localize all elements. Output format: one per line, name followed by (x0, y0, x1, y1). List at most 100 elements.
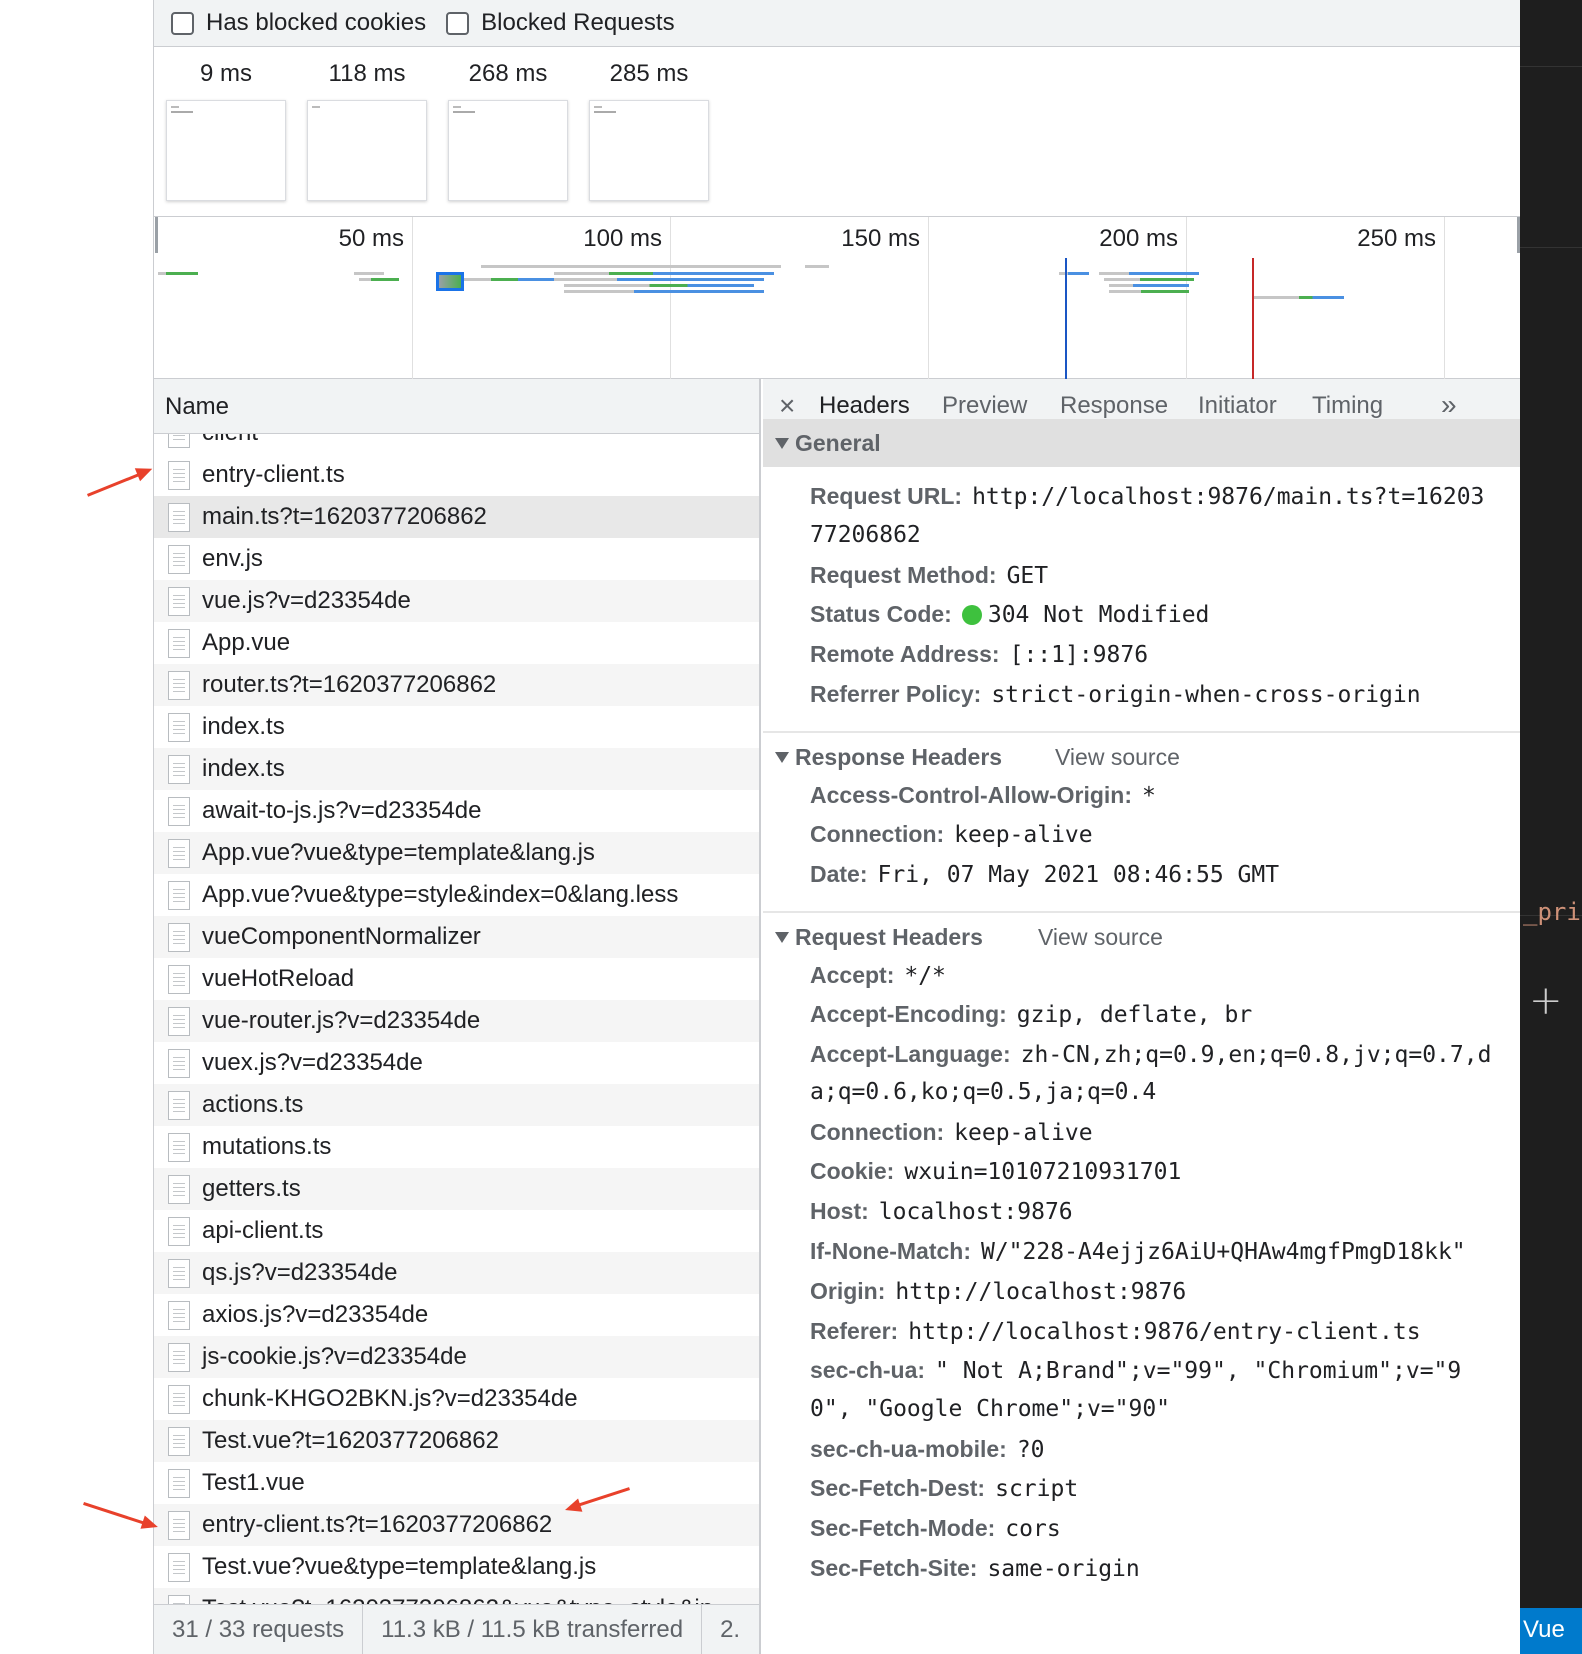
request-name: client (202, 434, 258, 447)
table-row[interactable]: entry-client.ts?t=1620377206862 (154, 1504, 759, 1546)
table-row[interactable]: App.vue (154, 622, 759, 664)
screenshot-thumbnail[interactable] (307, 100, 427, 201)
header-key: Connection: (810, 1119, 945, 1145)
table-row[interactable]: qs.js?v=d23354de (154, 1252, 759, 1294)
table-row[interactable]: App.vue?vue&type=style&index=0&lang.less (154, 874, 759, 916)
table-row[interactable]: index.ts (154, 706, 759, 748)
file-icon (168, 434, 190, 448)
table-row[interactable]: env.js (154, 538, 759, 580)
request-list[interactable]: client entry-client.ts main.ts?t=1620377… (154, 434, 759, 1604)
request-name: Test1.vue (202, 1469, 305, 1496)
timeline-gridline (1444, 217, 1445, 379)
network-summary-bar: 31 / 33 requests 11.3 kB / 11.5 kB trans… (154, 1604, 759, 1654)
header-key: Host: (810, 1198, 869, 1224)
request-name: actions.ts (202, 1091, 304, 1118)
request-name: await-to-js.js?v=d23354de (202, 797, 482, 824)
file-icon (168, 964, 190, 994)
sec-ch-ua-mobile-row: sec-ch-ua-mobile: ?0 (810, 1430, 1045, 1469)
header-value-continuation: 0", "Google Chrome";v="90" (810, 1396, 1171, 1422)
screenshot-frame[interactable]: 118 ms (307, 60, 427, 201)
blocked-requests-checkbox[interactable] (446, 11, 470, 35)
table-row[interactable]: entry-client.ts (154, 454, 759, 496)
header-key: If-None-Match: (810, 1238, 971, 1264)
request-name: vue-router.js?v=d23354de (202, 1007, 481, 1034)
header-value: W/"228-A4ejjz6AiU+QHAw4mgfPmgD18kk" (980, 1239, 1466, 1265)
table-row[interactable]: router.ts?t=1620377206862 (154, 664, 759, 706)
request-name: getters.ts (202, 1175, 301, 1202)
view-source-link[interactable]: View source (1055, 744, 1180, 771)
screenshot-frame[interactable]: 268 ms (448, 60, 568, 201)
table-row[interactable]: vuex.js?v=d23354de (154, 1042, 759, 1084)
code-fragment: _pri (1523, 898, 1581, 926)
tab-response[interactable]: Response (1060, 392, 1168, 420)
file-icon (168, 586, 190, 616)
overview-right-handle[interactable] (1517, 217, 1520, 253)
request-name: mutations.ts (202, 1133, 332, 1160)
header-key: sec-ch-ua-mobile: (810, 1436, 1007, 1462)
referer-row: Referer: http://localhost:9876/entry-clie… (810, 1312, 1421, 1351)
table-row[interactable]: client (154, 434, 759, 454)
blocked-requests-filter[interactable]: Blocked Requests (446, 9, 675, 37)
screenshot-thumbnail[interactable] (448, 100, 568, 201)
add-terminal-icon[interactable]: + (1529, 978, 1563, 1024)
name-column-header[interactable]: Name (154, 379, 759, 434)
screenshot-thumbnail[interactable] (166, 100, 286, 201)
table-row[interactable]: index.ts (154, 748, 759, 790)
table-row[interactable]: api-client.ts (154, 1210, 759, 1252)
header-key: Sec-Fetch-Site: (810, 1555, 978, 1581)
table-row[interactable]: vue.js?v=d23354de (154, 580, 759, 622)
timeline-gridline (928, 217, 929, 379)
header-value-continuation: 77206862 (810, 522, 921, 548)
tab-initiator[interactable]: Initiator (1198, 392, 1277, 420)
timeline-overview[interactable]: 50 ms 100 ms 150 ms 200 ms 250 ms (154, 217, 1520, 379)
table-row[interactable]: Test.vue?t=1620377206862 (154, 1420, 759, 1462)
table-row[interactable]: js-cookie.js?v=d23354de (154, 1336, 759, 1378)
table-row[interactable]: await-to-js.js?v=d23354de (154, 790, 759, 832)
general-section-header[interactable]: General (763, 419, 1520, 467)
close-icon[interactable]: × (779, 390, 795, 422)
request-headers-section-header[interactable]: Request Headers View source (763, 913, 1520, 961)
table-row[interactable]: App.vue?vue&type=template&lang.js (154, 832, 759, 874)
devtools-network-panel: Has blocked cookies Blocked Requests 9 m… (153, 0, 1520, 1654)
response-headers-section-header[interactable]: Response Headers View source (763, 733, 1520, 781)
screenshot-frame[interactable]: 285 ms (589, 60, 709, 201)
tab-timing[interactable]: Timing (1312, 392, 1383, 420)
overview-left-handle[interactable] (155, 217, 158, 253)
table-row[interactable]: Test.vue?vue&type=template&lang.js (154, 1546, 759, 1588)
header-value: GET (1006, 563, 1049, 589)
file-icon (168, 1258, 190, 1288)
tab-headers[interactable]: Headers (819, 392, 910, 420)
table-row[interactable]: actions.ts (154, 1084, 759, 1126)
connection-row: Connection: keep-alive (810, 815, 1093, 854)
vue-status-item[interactable]: Vue (1519, 1608, 1582, 1654)
table-row[interactable]: vueComponentNormalizer (154, 916, 759, 958)
timeline-gridline (1186, 217, 1187, 379)
file-icon (168, 628, 190, 658)
table-row[interactable]: Test.vue?t=1620377206862&vue&type=style&… (154, 1588, 759, 1604)
has-blocked-cookies-filter[interactable]: Has blocked cookies (171, 9, 426, 37)
screenshot-frame[interactable]: 9 ms (166, 60, 286, 201)
header-value: [::1]:9876 (1009, 642, 1149, 668)
request-bar (564, 290, 764, 293)
file-icon (168, 670, 190, 700)
table-row[interactable]: vue-router.js?v=d23354de (154, 1000, 759, 1042)
file-icon (168, 1468, 190, 1498)
table-row[interactable]: vueHotReload (154, 958, 759, 1000)
tab-preview[interactable]: Preview (942, 392, 1027, 420)
table-row[interactable]: axios.js?v=d23354de (154, 1294, 759, 1336)
request-bar (1109, 290, 1189, 293)
file-icon (168, 1552, 190, 1582)
header-key: Request URL: (810, 483, 963, 509)
table-row[interactable]: getters.ts (154, 1168, 759, 1210)
more-tabs-icon[interactable]: » (1441, 389, 1457, 421)
has-blocked-cookies-checkbox[interactable] (171, 11, 194, 35)
table-row[interactable]: mutations.ts (154, 1126, 759, 1168)
table-row[interactable]: chunk-KHGO2BKN.js?v=d23354de (154, 1378, 759, 1420)
screenshot-thumbnail[interactable] (589, 100, 709, 201)
table-row[interactable]: Test1.vue (154, 1462, 759, 1504)
dom-content-loaded-line (1065, 258, 1067, 379)
table-row-selected[interactable]: main.ts?t=1620377206862 (154, 496, 759, 538)
request-bar (1104, 278, 1194, 281)
expand-triangle-icon (775, 751, 789, 763)
view-source-link[interactable]: View source (1038, 924, 1163, 951)
